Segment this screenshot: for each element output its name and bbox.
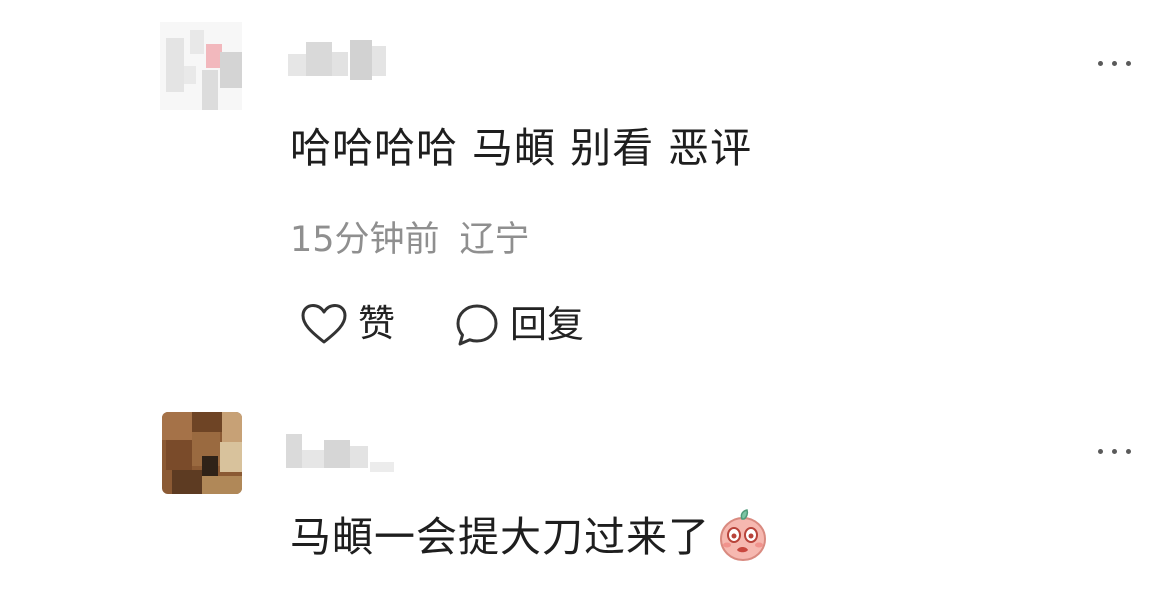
comment-item: 马頔一会提大刀过来了 xyxy=(0,400,1166,592)
more-dots-icon xyxy=(1097,60,1103,66)
like-label: 赞 xyxy=(358,302,395,345)
comment-text: 马頔一会提大刀过来了 xyxy=(290,509,770,564)
more-options-button[interactable] xyxy=(1086,436,1142,466)
comment-location: 辽宁 xyxy=(459,220,530,260)
comment-text-content: 马頔一会提大刀过来了 xyxy=(290,513,710,561)
avatar[interactable] xyxy=(160,22,242,110)
reply-button[interactable]: 回复 xyxy=(454,302,584,348)
like-button[interactable]: 赞 xyxy=(300,302,395,346)
comment-time: 15分钟前 xyxy=(290,220,440,260)
heart-icon xyxy=(301,304,347,344)
comment-bubble-icon xyxy=(456,304,498,346)
face-emoji-icon xyxy=(720,509,766,561)
reply-label: 回复 xyxy=(510,303,584,346)
comment-text: 哈哈哈哈 马頔 别看 恶评 xyxy=(290,124,753,172)
avatar[interactable] xyxy=(162,412,242,494)
more-options-button[interactable] xyxy=(1086,48,1142,78)
comment-meta: 15分钟前 辽宁 xyxy=(290,220,530,260)
comment-item: 哈哈哈哈 马頔 别看 恶评 15分钟前 辽宁 赞 回复 xyxy=(0,0,1166,380)
username[interactable] xyxy=(286,430,396,474)
more-dots-icon xyxy=(1097,448,1103,454)
username[interactable] xyxy=(288,38,392,82)
